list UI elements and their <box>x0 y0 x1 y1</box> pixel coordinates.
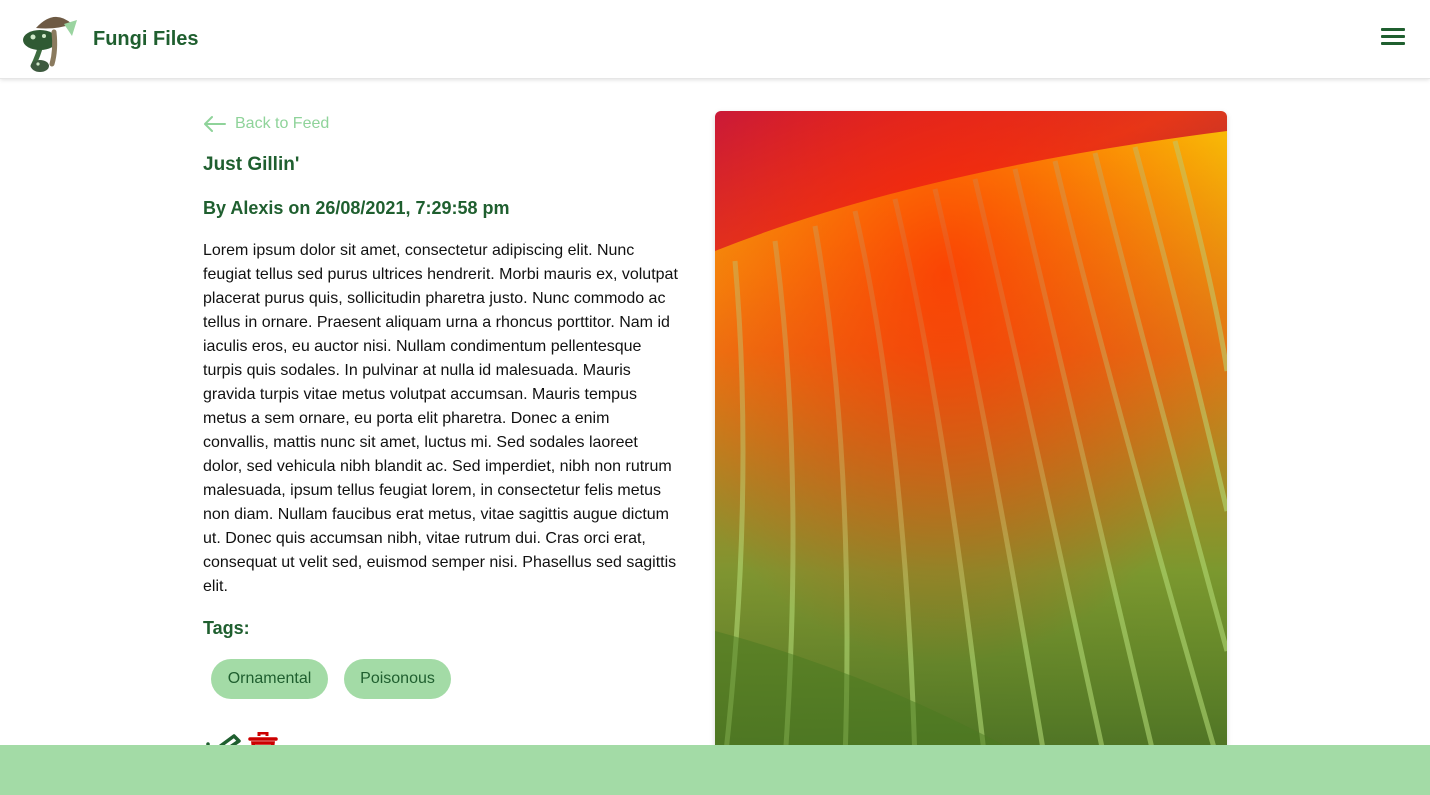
footer <box>0 745 1430 795</box>
post-image <box>715 111 1227 761</box>
arrow-left-icon <box>204 116 226 132</box>
hamburger-menu-icon[interactable] <box>1379 25 1407 49</box>
navbar: Fungi Files <box>0 0 1430 79</box>
tag-poisonous[interactable]: Poisonous <box>344 659 451 699</box>
post-title: Just Gillin' <box>203 154 300 175</box>
tags-label: Tags: <box>203 618 250 638</box>
back-to-feed-label: Back to Feed <box>235 115 330 132</box>
post-meta: By Alexis on 26/08/2021, 7:29:58 pm <box>203 198 510 218</box>
brand-title[interactable]: Fungi Files <box>93 28 199 51</box>
post-body: Lorem ipsum dolor sit amet, consectetur … <box>203 242 678 595</box>
back-to-feed-link[interactable]: Back to Feed <box>203 113 329 135</box>
tag-ornamental[interactable]: Ornamental <box>211 659 328 699</box>
mushroom-logo-icon[interactable] <box>20 6 78 72</box>
